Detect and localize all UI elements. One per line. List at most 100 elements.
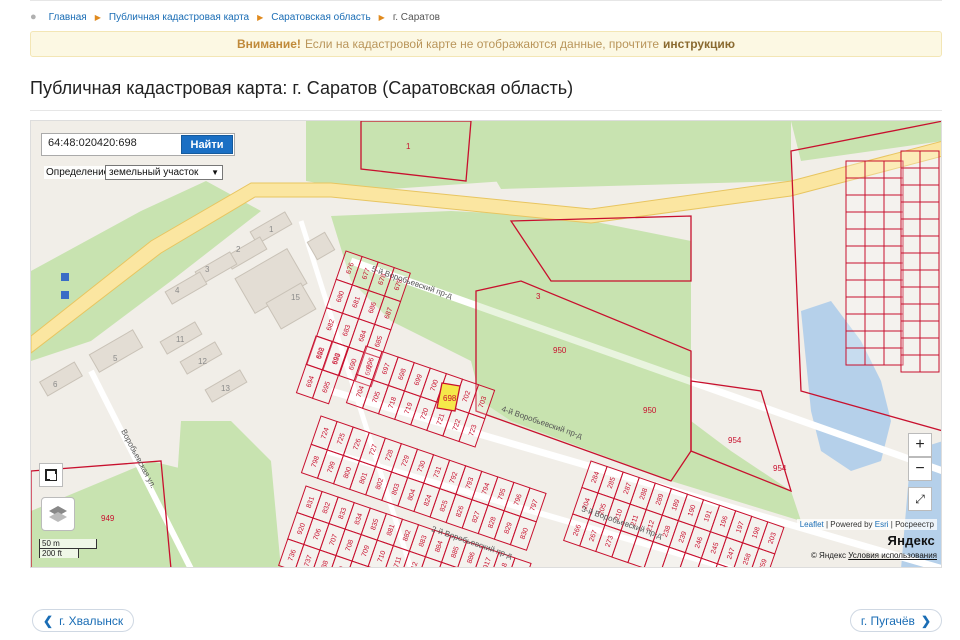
parcel-label: 1 xyxy=(406,142,411,151)
parcel xyxy=(919,218,940,237)
chevron-right-icon: ▶ xyxy=(257,12,264,22)
parcel xyxy=(864,177,885,196)
parcel-label: 954 xyxy=(728,436,742,445)
title-divider xyxy=(30,110,942,111)
chevron-left-icon: ❮ xyxy=(43,613,54,628)
chevron-right-icon: ❯ xyxy=(920,613,931,628)
parcel xyxy=(845,194,866,213)
definition-select[interactable]: земельный участок ▼ xyxy=(105,165,223,180)
yandex-logo: Яндекс xyxy=(887,533,935,548)
parcel xyxy=(845,296,866,315)
selected-parcel-label: 698 xyxy=(443,394,457,403)
parcel xyxy=(919,337,940,356)
find-button[interactable]: Найти xyxy=(181,135,233,154)
parcel xyxy=(919,320,940,339)
parcel xyxy=(864,313,885,332)
parcel xyxy=(864,211,885,230)
building-number: 11 xyxy=(176,335,185,344)
parcel xyxy=(845,347,866,366)
parcel-label: 3 xyxy=(536,292,541,301)
zoom-in-button[interactable]: + xyxy=(908,433,932,457)
parcel xyxy=(919,269,940,288)
parcel xyxy=(900,303,921,322)
parcel-block xyxy=(845,160,904,366)
building-number: 4 xyxy=(175,286,180,295)
parcel xyxy=(864,228,885,247)
building-number: 15 xyxy=(291,293,300,302)
parcel xyxy=(919,286,940,305)
parcel xyxy=(845,177,866,196)
parcel xyxy=(883,296,904,315)
parcel xyxy=(900,286,921,305)
bus-stop-icon xyxy=(61,273,69,281)
building-number: 6 xyxy=(53,380,58,389)
breadcrumb-home[interactable]: Главная xyxy=(49,12,87,23)
parcel xyxy=(883,160,904,179)
parcel xyxy=(900,167,921,186)
building-number: 13 xyxy=(221,384,230,393)
parcel xyxy=(845,211,866,230)
map-attribution: Leaflet | Powered by Esri | Росреестр xyxy=(796,519,937,530)
parcel xyxy=(883,347,904,366)
fullscreen-map-icon[interactable] xyxy=(39,463,63,487)
instruction-link[interactable]: инструкцию xyxy=(663,37,735,51)
building-number: 5 xyxy=(113,354,118,363)
fullscreen-icon[interactable]: ⤢ xyxy=(908,487,932,511)
parcel xyxy=(864,279,885,298)
parcel xyxy=(883,211,904,230)
prev-city-label: г. Хвалынск xyxy=(59,613,124,628)
parcel-label: 954 xyxy=(773,464,787,473)
parcel xyxy=(900,354,921,373)
parcel xyxy=(883,279,904,298)
scale-imperial: 200 ft xyxy=(39,548,79,558)
chevron-right-icon: ▶ xyxy=(378,12,385,22)
parcel xyxy=(919,201,940,220)
parcel xyxy=(919,184,940,203)
parcel xyxy=(900,150,921,169)
rosreestr-text: | Росреестр xyxy=(890,520,934,529)
zoom-out-button[interactable]: − xyxy=(908,457,932,481)
chevron-right-icon: ▶ xyxy=(94,12,101,22)
parcel xyxy=(883,262,904,281)
parcel xyxy=(919,235,940,254)
top-divider xyxy=(30,0,942,1)
parcel xyxy=(883,330,904,349)
parcel xyxy=(845,228,866,247)
parcel xyxy=(900,252,921,271)
map-canvas[interactable]: 1 2 3 4 5 6 11 12 13 15 1 950 950 954 95… xyxy=(31,121,942,568)
layers-icon xyxy=(49,506,67,522)
alert-lead: Внимание! xyxy=(236,37,301,51)
parcel xyxy=(883,245,904,264)
leaflet-link[interactable]: Leaflet xyxy=(800,520,824,529)
breadcrumb-region[interactable]: Саратовская область xyxy=(271,12,370,23)
parcel xyxy=(919,303,940,322)
parcel xyxy=(919,354,940,373)
parcel xyxy=(900,320,921,339)
parcel xyxy=(864,296,885,315)
parcel xyxy=(919,167,940,186)
chevron-down-icon: ▼ xyxy=(211,168,219,177)
definition-label: Определение: xyxy=(44,166,115,179)
parcel xyxy=(845,279,866,298)
parcel xyxy=(845,313,866,332)
parcel xyxy=(900,184,921,203)
breadcrumb-current: г. Саратов xyxy=(392,11,440,23)
breadcrumb-cadastral-map[interactable]: Публичная кадастровая карта xyxy=(109,12,249,23)
parcel-label: 949 xyxy=(101,514,115,523)
parcel xyxy=(900,269,921,288)
cadastral-map[interactable]: 1 2 3 4 5 6 11 12 13 15 1 950 950 954 95… xyxy=(30,120,942,568)
terms-link[interactable]: Условия использования xyxy=(848,551,937,560)
prev-city-button[interactable]: ❮ г. Хвалынск xyxy=(32,609,135,632)
yandex-copyright: © Яндекс xyxy=(810,551,846,560)
parcel xyxy=(864,194,885,213)
next-city-button[interactable]: г. Пугачёв ❯ xyxy=(849,609,942,632)
parcel xyxy=(845,330,866,349)
parcel xyxy=(845,262,866,281)
esri-link[interactable]: Esri xyxy=(875,520,889,529)
layers-button[interactable] xyxy=(41,497,75,531)
warning-alert: Внимание! Если на кадастровой карте не о… xyxy=(30,31,942,57)
building-number: 3 xyxy=(205,265,210,274)
parcel-label: 950 xyxy=(643,406,657,415)
parcel xyxy=(919,252,940,271)
definition-select-value: земельный участок xyxy=(109,167,199,178)
